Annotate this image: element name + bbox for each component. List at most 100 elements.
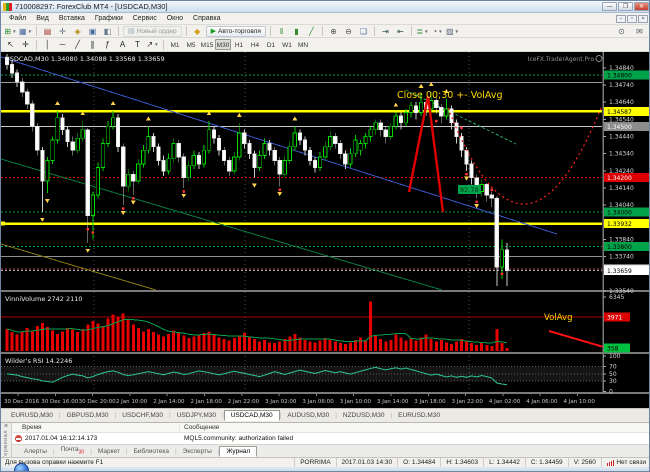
column-time[interactable]: Время — [12, 424, 180, 431]
timeframe-H1[interactable]: H1 — [231, 39, 247, 50]
status-cell-4: L: 1.34442 — [483, 458, 525, 467]
start-orb[interactable] — [14, 463, 29, 472]
svg-text:1.33740: 1.33740 — [609, 254, 634, 261]
svg-text:100: 100 — [609, 353, 621, 360]
toolbar-separator — [270, 26, 271, 36]
data-window-icon[interactable]: ✛ — [56, 26, 69, 37]
svg-text:1.34440: 1.34440 — [609, 134, 634, 141]
horizontal-line-tool-icon[interactable]: ─ — [56, 39, 69, 50]
timeframe-M5[interactable]: M5 — [183, 39, 199, 50]
zoom-out-icon[interactable]: ⊖ — [342, 26, 355, 37]
toolbar-separator — [118, 26, 119, 36]
chart-tab-USDJPY,M30[interactable]: USDJPY,M30 — [171, 411, 222, 420]
menu-Графики[interactable]: Графики — [90, 15, 128, 22]
timeframe-M1[interactable]: M1 — [167, 39, 183, 50]
child-minimize-button[interactable]: ‒ — [616, 15, 626, 23]
menu-Файл[interactable]: Файл — [4, 15, 31, 22]
timeframe-H4[interactable]: H4 — [247, 39, 263, 50]
menu-Окно[interactable]: Окно — [162, 15, 188, 22]
menu-Справка[interactable]: Справка — [188, 15, 225, 22]
new-order-button[interactable]: ▤Новый ордер — [123, 26, 182, 37]
shapes-tool-icon[interactable]: ↗▼ — [146, 39, 159, 50]
timeframe-M30[interactable]: M30 — [215, 39, 231, 50]
channel-tool-icon[interactable]: ∥ — [86, 39, 99, 50]
chart-canvas[interactable]: USDCAD,M30 1.34080 1.34088 1.33568 1.336… — [1, 52, 650, 408]
chart-tab-EURUSD,M30[interactable]: EURUSD,M30 — [392, 411, 446, 420]
vertical-line-tool-icon[interactable]: │ — [41, 39, 54, 50]
chart-shift-icon[interactable]: ⇤ — [394, 26, 407, 37]
journal-row[interactable]: 2017.01.04 16:12:14.173 MQL5.community: … — [12, 433, 650, 444]
chart-tab-AUDUSD,M30[interactable]: AUDUSD,M30 — [281, 411, 335, 420]
navigator-icon[interactable]: ◈ — [71, 26, 84, 37]
status-cell-5: C: 1.34459 — [525, 458, 568, 467]
chart-tab-GBPUSD,M30[interactable]: GBPUSD,M30 — [61, 411, 115, 420]
svg-text:1.34000: 1.34000 — [607, 210, 632, 217]
svg-text:2 Jan 14:00: 2 Jan 14:00 — [153, 399, 185, 405]
terminal-tab-Библиотека[interactable]: Библиотека — [128, 447, 175, 456]
menu-Сервис[interactable]: Сервис — [128, 15, 162, 22]
toolbar-separator — [36, 26, 37, 36]
chart-tab-EURUSD,M30[interactable]: EURUSD,M30 — [5, 411, 59, 420]
periods-icon[interactable]: ◔▼ — [431, 26, 444, 37]
auto-scroll-icon[interactable]: ⇥ — [379, 26, 392, 37]
svg-text:1.33932: 1.33932 — [607, 221, 632, 228]
chart-tab-USDCAD,M30[interactable]: USDCAD,M30 — [224, 410, 280, 421]
svg-text:358: 358 — [607, 345, 619, 352]
chart-tab-USDCHF,M30[interactable]: USDCHF,M30 — [116, 411, 169, 420]
profiles-icon[interactable]: ▦▼ — [19, 26, 32, 37]
terminal-tab-Журнал[interactable]: Журнал — [219, 446, 257, 457]
toolbar-separator — [411, 26, 412, 36]
status-cell-1: 2017.01.03 14:30 — [336, 458, 398, 467]
indicators-icon[interactable]: ≣▼ — [416, 26, 429, 37]
new-chart-icon[interactable]: ⊞▼ — [4, 26, 17, 37]
child-restore-button[interactable]: ▫ — [627, 15, 637, 23]
terminal-tab-bar: Алерты|Почта30|Маркет|Библиотека|Эксперт… — [12, 444, 650, 457]
svg-text:IceFX.TraderAgent.Pro: IceFX.TraderAgent.Pro — [528, 56, 595, 63]
svg-text:0: 0 — [609, 389, 613, 396]
svg-text:1.33800: 1.33800 — [607, 244, 632, 251]
market-watch-icon[interactable]: ▤ — [41, 26, 54, 37]
timeframe-D1[interactable]: D1 — [263, 39, 279, 50]
status-cell-6: V: 2560 — [568, 458, 601, 467]
maximize-button[interactable]: ❐ — [618, 2, 633, 11]
terminal-tab-Почта[interactable]: Почта30 — [55, 445, 91, 456]
timeframe-W1[interactable]: W1 — [279, 39, 295, 50]
chart-tab-NZDUSD,M30[interactable]: NZDUSD,M30 — [337, 411, 391, 420]
terminal-close-icon[interactable]: × — [4, 423, 8, 430]
menu-Вид[interactable]: Вид — [31, 15, 54, 22]
label-tool-icon[interactable]: T — [131, 39, 144, 50]
svg-text:2 Jan 18:00: 2 Jan 18:00 — [191, 399, 223, 405]
autotrading-button[interactable]: ▶Авто-торговля — [206, 26, 266, 37]
status-bar: Для вызова справки нажмите F1 PORRIMA201… — [1, 457, 650, 467]
zoom-in-icon[interactable]: ⊕ — [327, 26, 340, 37]
timeframe-MN[interactable]: MN — [295, 39, 311, 50]
search-icon[interactable]: ⊙ — [615, 26, 628, 37]
templates-icon[interactable]: ▨▼ — [446, 26, 459, 37]
cursor-tool-icon[interactable]: ↖ — [4, 39, 17, 50]
trendline-tool-icon[interactable]: ╱ — [71, 39, 84, 50]
title-bar[interactable]: 710008297: ForexClub MT4 - [USDCAD,M30] … — [1, 1, 650, 13]
svg-text:30 Dec 2016: 30 Dec 2016 — [4, 399, 40, 405]
toolbar-separator — [374, 26, 375, 36]
tile-windows-icon[interactable]: ❏ — [357, 26, 370, 37]
terminal-toggle-icon[interactable]: ▣ — [86, 26, 99, 37]
feedback-icon[interactable]: ✉ — [633, 26, 646, 37]
menu-Вставка[interactable]: Вставка — [54, 15, 90, 22]
minimize-button[interactable]: — — [602, 2, 617, 11]
child-close-button[interactable]: × — [638, 15, 648, 23]
strategy-tester-icon[interactable]: ◧ — [101, 26, 114, 37]
column-message[interactable]: Сообщение — [180, 424, 650, 431]
terminal-tab-Эксперты[interactable]: Эксперты — [177, 447, 218, 456]
bar-chart-icon[interactable]: ‖ — [275, 26, 288, 37]
metaeditor-icon[interactable]: ◆ — [191, 26, 204, 37]
terminal-tab-Алерты[interactable]: Алерты — [18, 447, 53, 456]
text-tool-icon[interactable]: A — [116, 39, 129, 50]
crosshair-tool-icon[interactable]: ✛ — [19, 39, 32, 50]
svg-text:3971: 3971 — [607, 315, 622, 322]
timeframe-M15[interactable]: M15 — [199, 39, 215, 50]
line-chart-icon[interactable]: ╱ — [305, 26, 318, 37]
candlestick-chart-icon[interactable]: ▮ — [290, 26, 303, 37]
fibonacci-tool-icon[interactable]: ƒ — [101, 39, 114, 50]
close-button[interactable]: ✕ — [634, 2, 649, 11]
terminal-tab-Маркет[interactable]: Маркет — [92, 447, 126, 456]
